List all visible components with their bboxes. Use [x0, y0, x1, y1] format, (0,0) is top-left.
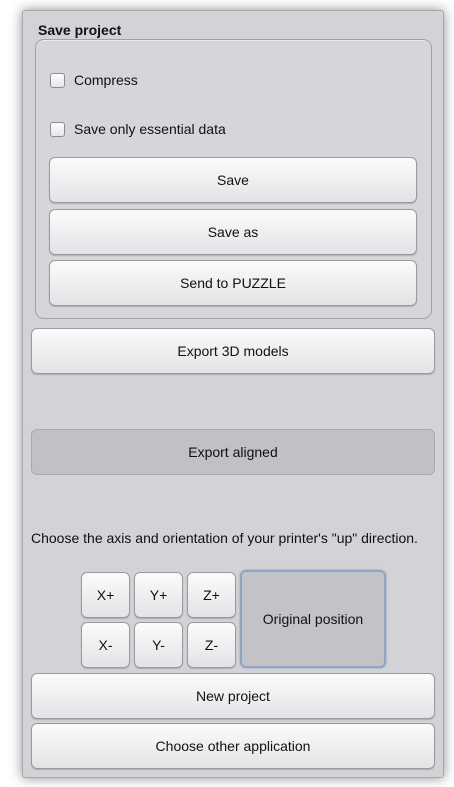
y-plus-label: Y+ [149, 587, 168, 603]
z-plus-button[interactable]: Z+ [187, 572, 236, 618]
new-project-label: New project [196, 688, 270, 704]
original-position-button[interactable]: Original position [240, 570, 386, 668]
essential-data-checkbox[interactable]: Save only essential data [50, 121, 226, 137]
checkbox-box[interactable] [50, 72, 65, 88]
save-as-button[interactable]: Save as [49, 209, 417, 255]
z-plus-label: Z+ [203, 587, 220, 603]
save-as-button-label: Save as [207, 224, 259, 240]
x-plus-button[interactable]: X+ [81, 572, 130, 618]
export-aligned-label: Export aligned [188, 444, 278, 460]
y-plus-button[interactable]: Y+ [134, 572, 183, 618]
send-to-puzzle-label: Send to PUZZLE [180, 275, 286, 291]
z-minus-label: Z- [204, 637, 219, 653]
x-plus-label: X+ [96, 587, 115, 603]
export-aligned-button[interactable]: Export aligned [31, 429, 435, 475]
send-to-puzzle-button[interactable]: Send to PUZZLE [49, 260, 417, 306]
x-minus-label: X- [98, 637, 113, 653]
compress-label: Compress [74, 72, 138, 88]
save-button[interactable]: Save [49, 157, 417, 203]
save-project-title: Save project [38, 22, 122, 38]
export-3d-models-label: Export 3D models [177, 343, 289, 359]
x-minus-button[interactable]: X- [81, 622, 130, 668]
y-minus-label: Y- [152, 637, 165, 653]
orientation-instruction: Choose the axis and orientation of your … [31, 530, 418, 546]
essential-data-label: Save only essential data [74, 121, 226, 137]
z-minus-button[interactable]: Z- [187, 622, 236, 668]
new-project-button[interactable]: New project [31, 673, 435, 719]
compress-checkbox[interactable]: Compress [50, 72, 138, 88]
y-minus-button[interactable]: Y- [134, 622, 183, 668]
original-position-label: Original position [262, 611, 364, 627]
export-3d-models-button[interactable]: Export 3D models [31, 328, 435, 374]
checkbox-box[interactable] [50, 121, 65, 137]
save-button-label: Save [217, 172, 249, 188]
choose-other-application-label: Choose other application [155, 738, 311, 754]
choose-other-application-button[interactable]: Choose other application [31, 723, 435, 769]
